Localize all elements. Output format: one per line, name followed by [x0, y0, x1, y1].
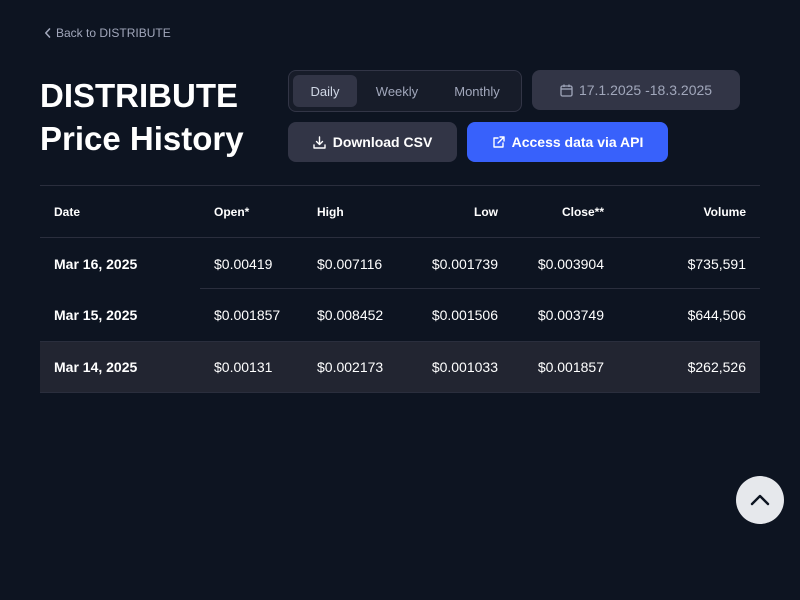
page-title-line2: Price History [40, 120, 244, 157]
date-range-label: 17.1.2025 -18.3.2025 [578, 82, 713, 98]
access-api-button[interactable]: Access data via API [467, 122, 668, 162]
cell-open: $0.00131 [214, 359, 273, 375]
calendar-icon [560, 84, 573, 97]
cell-low: $0.001739 [431, 255, 498, 272]
cell-high: $0.008452 [317, 307, 384, 323]
back-link-label: Back to DISTRIBUTE [56, 26, 171, 40]
cell-high: $0.002173 [317, 359, 384, 375]
cell-date: Mar 15, 2025 [54, 307, 138, 323]
page-title: DISTRIBUTE Price History [40, 74, 280, 160]
interval-weekly-button[interactable]: Weekly [357, 75, 437, 107]
column-header-low[interactable]: Low [474, 186, 498, 237]
interval-monthly-button[interactable]: Monthly [437, 75, 517, 107]
cell-close: $0.001857 [537, 359, 604, 375]
cell-date: Mar 16, 2025 [54, 255, 138, 272]
chevron-left-icon [45, 28, 51, 38]
external-link-icon [492, 135, 505, 148]
scroll-to-top-button[interactable] [736, 476, 784, 524]
cell-close: $0.003904 [537, 255, 604, 272]
cell-volume: $262,526 [687, 359, 746, 375]
download-csv-label: Download CSV [332, 134, 433, 150]
interval-selector: Daily Weekly Monthly [288, 70, 522, 112]
column-header-volume[interactable]: Volume [704, 186, 746, 237]
cell-date: Mar 14, 2025 [54, 359, 138, 375]
interval-daily-button[interactable]: Daily [293, 75, 357, 107]
price-history-page: Back to DISTRIBUTE DISTRIBUTE Price Hist… [0, 0, 800, 600]
cell-volume: $735,591 [687, 255, 746, 272]
column-header-close[interactable]: Close** [562, 186, 604, 237]
table-row: Mar 15, 2025 $0.001857 $0.008452 $0.0015… [40, 289, 760, 341]
chevron-up-icon [750, 494, 770, 506]
date-range-button[interactable]: 17.1.2025 -18.3.2025 [532, 70, 740, 110]
column-header-open[interactable]: Open* [214, 186, 249, 237]
download-icon [313, 135, 326, 149]
cell-volume: $644,506 [687, 307, 746, 323]
cell-low: $0.001033 [431, 359, 498, 375]
table-row: Mar 14, 2025 $0.00131 $0.002173 $0.00103… [40, 341, 760, 393]
download-csv-button[interactable]: Download CSV [288, 122, 457, 162]
cell-open: $0.001857 [214, 307, 281, 323]
column-header-date[interactable]: Date [54, 186, 80, 237]
table-row: Mar 16, 2025 $0.00419 $0.007116 $0.00173… [40, 238, 760, 289]
column-header-high[interactable]: High [317, 186, 344, 237]
cell-close: $0.003749 [537, 307, 604, 323]
back-link[interactable]: Back to DISTRIBUTE [44, 26, 171, 40]
access-api-label: Access data via API [511, 134, 644, 150]
page-title-line1: DISTRIBUTE [40, 77, 238, 114]
table-header-row: Date Open* High Low Close** Volume [40, 186, 760, 238]
cell-high: $0.007116 [317, 255, 383, 272]
price-history-table: Date Open* High Low Close** Volume Mar 1… [40, 185, 760, 393]
cell-low: $0.001506 [431, 307, 498, 323]
cell-open: $0.00419 [214, 255, 273, 272]
